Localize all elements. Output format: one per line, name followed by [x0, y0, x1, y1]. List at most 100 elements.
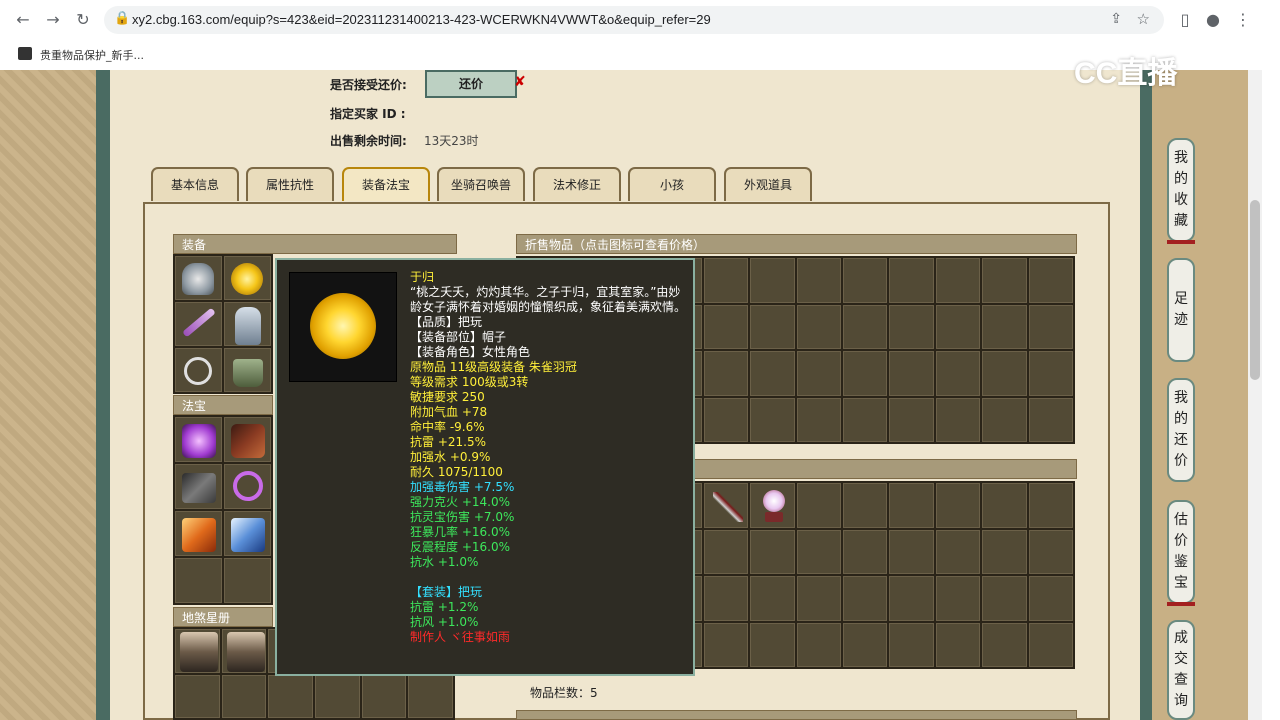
forward-icon[interactable]: → [42, 9, 64, 31]
equipment-slot[interactable] [224, 302, 271, 346]
tab-appearance-props[interactable]: 外观道具 [724, 167, 812, 201]
treasure-slot[interactable] [224, 464, 271, 509]
inventory-slot[interactable] [842, 304, 888, 349]
inventory-slot[interactable] [750, 622, 795, 667]
reload-icon[interactable]: ↻ [72, 9, 94, 31]
menu-icon[interactable]: ⋮ [1232, 9, 1254, 31]
inventory-slot[interactable] [889, 397, 934, 442]
treasure-slot[interactable] [175, 511, 222, 556]
inventory-slot[interactable] [935, 351, 981, 396]
inventory-slot[interactable] [703, 622, 749, 667]
inventory-slot[interactable] [1028, 304, 1073, 349]
treasure-slot[interactable] [224, 511, 271, 556]
inventory-slot[interactable] [935, 483, 981, 528]
equipment-slot[interactable] [175, 256, 222, 300]
inventory-slot[interactable] [750, 304, 795, 349]
inventory-slot[interactable] [842, 397, 888, 442]
share-icon[interactable]: ⇪ [1110, 11, 1122, 27]
constellation-slot[interactable] [268, 674, 313, 718]
inventory-slot[interactable] [1028, 576, 1073, 621]
inventory-slot[interactable] [703, 529, 749, 574]
inventory-slot[interactable] [889, 576, 934, 621]
inventory-slot[interactable] [982, 351, 1027, 396]
profile-icon[interactable]: ● [1202, 9, 1224, 31]
inventory-slot[interactable] [889, 351, 934, 396]
constellation-slot[interactable] [221, 674, 267, 718]
appraisal-button[interactable]: 估价鉴宝 [1167, 500, 1195, 604]
tab-equipment-treasure[interactable]: 装备法宝 [342, 167, 430, 201]
inventory-slot[interactable] [750, 258, 795, 303]
inventory-slot[interactable] [982, 622, 1027, 667]
treasure-slot[interactable] [224, 417, 271, 462]
inventory-slot[interactable] [935, 304, 981, 349]
tab-attribute-resistance[interactable]: 属性抗性 [246, 167, 334, 201]
inventory-slot[interactable] [1028, 351, 1073, 396]
scroll-thumb[interactable] [1250, 200, 1260, 380]
inventory-slot[interactable] [703, 258, 749, 303]
inventory-slot[interactable] [982, 483, 1027, 528]
my-counter-offers-button[interactable]: 我的还价 [1167, 378, 1195, 482]
equipment-slot[interactable] [224, 348, 271, 392]
inventory-slot[interactable] [1028, 483, 1073, 528]
bookmark-star-icon[interactable]: ☆ [1137, 10, 1150, 28]
inventory-slot[interactable] [842, 258, 888, 303]
counter-offer-button[interactable]: 还价 [425, 70, 517, 98]
close-icon[interactable]: ✘ [514, 74, 526, 90]
treasure-slot[interactable] [175, 464, 222, 509]
address-bar[interactable]: 🔒 xy2.cbg.163.com/equip?s=423&eid=202311… [104, 6, 1164, 34]
constellation-slot[interactable] [361, 674, 407, 718]
inventory-slot[interactable] [1028, 258, 1073, 303]
treasure-slot[interactable] [175, 558, 222, 603]
inventory-slot[interactable] [750, 529, 795, 574]
inventory-slot[interactable] [1028, 529, 1073, 574]
inventory-slot[interactable] [703, 576, 749, 621]
inventory-slot[interactable] [889, 258, 934, 303]
inventory-slot[interactable] [796, 304, 841, 349]
inventory-slot[interactable] [703, 397, 749, 442]
equipment-slot[interactable] [175, 348, 222, 392]
constellation-slot[interactable] [221, 629, 267, 673]
inventory-slot[interactable] [750, 397, 795, 442]
inventory-slot[interactable] [935, 397, 981, 442]
inventory-slot[interactable] [982, 304, 1027, 349]
constellation-slot[interactable] [315, 674, 360, 718]
treasure-slot[interactable] [175, 417, 222, 462]
constellation-slot[interactable] [175, 674, 220, 718]
inventory-slot[interactable] [796, 622, 841, 667]
inventory-slot[interactable] [796, 483, 841, 528]
inventory-slot[interactable] [842, 351, 888, 396]
inventory-slot[interactable] [796, 576, 841, 621]
inventory-slot[interactable] [982, 529, 1027, 574]
inventory-slot[interactable] [935, 576, 981, 621]
sidebar-icon[interactable]: ▯ [1174, 9, 1196, 31]
inventory-slot[interactable] [889, 304, 934, 349]
inventory-slot[interactable] [982, 258, 1027, 303]
inventory-slot[interactable] [750, 576, 795, 621]
inventory-slot[interactable] [750, 351, 795, 396]
inventory-slot[interactable] [1028, 622, 1073, 667]
page-scrollbar[interactable] [1248, 70, 1262, 720]
constellation-slot[interactable] [408, 674, 453, 718]
tab-basic-info[interactable]: 基本信息 [151, 167, 239, 201]
inventory-slot[interactable] [935, 622, 981, 667]
transaction-query-button[interactable]: 成交查询 [1167, 620, 1195, 720]
back-icon[interactable]: ← [12, 9, 34, 31]
inventory-slot[interactable] [842, 483, 888, 528]
inventory-slot[interactable] [796, 397, 841, 442]
tab-spell-correction[interactable]: 法术修正 [533, 167, 621, 201]
equipment-slot[interactable] [175, 302, 222, 346]
footprint-button[interactable]: 足迹 [1167, 258, 1195, 362]
inventory-slot[interactable] [935, 529, 981, 574]
inventory-slot[interactable] [889, 622, 934, 667]
my-favorites-button[interactable]: 我的收藏 [1167, 138, 1195, 242]
inventory-slot[interactable] [750, 483, 795, 528]
inventory-slot[interactable] [796, 529, 841, 574]
inventory-slot[interactable] [842, 529, 888, 574]
treasure-slot[interactable] [224, 558, 271, 603]
inventory-slot[interactable] [842, 622, 888, 667]
inventory-slot[interactable] [889, 529, 934, 574]
inventory-slot[interactable] [842, 576, 888, 621]
inventory-slot[interactable] [1028, 397, 1073, 442]
inventory-slot[interactable] [703, 304, 749, 349]
inventory-slot[interactable] [889, 483, 934, 528]
